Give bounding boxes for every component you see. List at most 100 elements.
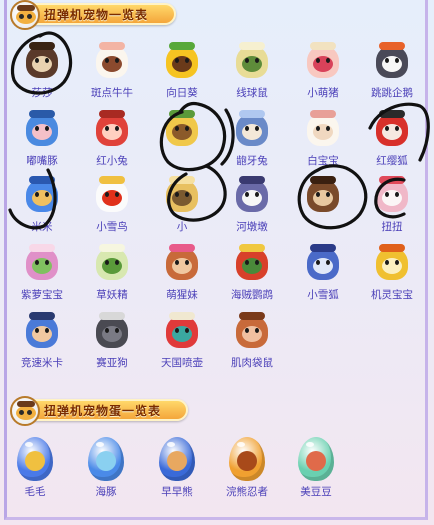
pet-portrait-icon <box>370 172 414 216</box>
pet-name: 跳跳企鹅 <box>371 87 413 99</box>
pet-card[interactable]: 机灵宝宝 <box>357 240 427 306</box>
pet-portrait-icon <box>230 106 274 150</box>
egg-list-banner: 扭弹机宠物蛋一览表 <box>10 396 188 426</box>
pet-card[interactable]: 向日葵 <box>147 38 217 104</box>
pet-portrait-icon <box>90 106 134 150</box>
pet-portrait-icon <box>20 106 64 150</box>
pet-name: 赛亚狗 <box>96 357 128 369</box>
pet-card[interactable]: 肌肉袋鼠 <box>217 308 287 374</box>
pet-card[interactable]: 龅牙兔 <box>217 106 287 172</box>
pet-portrait-icon <box>370 106 414 150</box>
pet-name: 草妖精 <box>96 289 128 301</box>
pet-card[interactable]: 斑点牛牛 <box>77 38 147 104</box>
pet-name: 红小兔 <box>96 155 128 167</box>
pet-portrait-icon <box>160 172 204 216</box>
pet-card[interactable]: 小萌猪 <box>288 38 358 104</box>
egg-name: 美豆豆 <box>300 486 332 498</box>
pet-portrait-icon <box>20 308 64 352</box>
pet-card[interactable]: 白宝宝 <box>288 106 358 172</box>
pet-card[interactable]: 河墩墩 <box>217 172 287 238</box>
pet-portrait-icon <box>90 38 134 82</box>
pet-name: 肌肉袋鼠 <box>231 357 273 369</box>
pet-portrait-icon <box>90 240 134 284</box>
egg-name: 早早熊 <box>161 486 193 498</box>
pet-portrait-icon <box>90 308 134 352</box>
pet-portrait-icon <box>160 240 204 284</box>
pet-card[interactable]: 莎莎 <box>7 38 77 104</box>
pet-portrait-icon <box>230 240 274 284</box>
pet-card[interactable]: 小雪狐 <box>288 240 358 306</box>
mascot-badge-icon <box>10 396 40 426</box>
pet-card[interactable]: 天国喷壶 <box>147 308 217 374</box>
pet-card[interactable]: 小 <box>147 172 217 238</box>
pet-card[interactable] <box>147 106 217 172</box>
pet-name: 米米 <box>31 221 53 233</box>
pet-portrait-icon <box>301 106 345 150</box>
pet-portrait-icon <box>160 106 204 150</box>
pet-card[interactable]: 萌猩妹 <box>147 240 217 306</box>
pet-card[interactable]: 嘟嘴豚 <box>7 106 77 172</box>
pet-egg-icon <box>159 437 195 481</box>
pet-portrait-icon <box>20 240 64 284</box>
pet-card[interactable]: 紫萝宝宝 <box>7 240 77 306</box>
pet-name: 向日葵 <box>166 87 198 99</box>
pet-name: 小 <box>176 221 188 233</box>
pet-portrait-icon <box>230 38 274 82</box>
pet-name: 白宝宝 <box>307 155 339 167</box>
pet-name: 小雪鸟 <box>96 221 128 233</box>
pet-name: 扭扭 <box>381 221 403 233</box>
pet-card[interactable]: 米米 <box>7 172 77 238</box>
page-title: 扭弹机宠物一览表 <box>44 7 149 22</box>
pet-card[interactable]: 竞速米卡 <box>7 308 77 374</box>
pet-card[interactable]: 线球鼠 <box>217 38 287 104</box>
pet-card[interactable]: 红小兔 <box>77 106 147 172</box>
pet-portrait-icon <box>370 38 414 82</box>
pet-egg-icon <box>17 437 53 481</box>
pet-name: 小雪狐 <box>307 289 339 301</box>
pet-name: 机灵宝宝 <box>371 289 413 301</box>
pet-portrait-icon <box>160 38 204 82</box>
pet-card[interactable]: 小雪鸟 <box>77 172 147 238</box>
pet-name: 竞速米卡 <box>21 357 63 369</box>
pet-name: 小萌猪 <box>307 87 339 99</box>
pet-egg-card[interactable]: 海豚 <box>71 437 141 499</box>
pet-name: 斑点牛牛 <box>91 87 133 99</box>
egg-section-title: 扭弹机宠物蛋一览表 <box>44 403 162 418</box>
pet-list-banner: 扭弹机宠物一览表 <box>10 0 176 30</box>
pet-portrait-icon <box>90 172 134 216</box>
pet-name: 红缨狐 <box>376 155 408 167</box>
pet-portrait-icon <box>160 308 204 352</box>
pet-card[interactable]: 扭扭 <box>357 172 427 238</box>
pet-name: 天国喷壶 <box>161 357 203 369</box>
egg-name: 浣熊忍者 <box>226 486 268 498</box>
pet-egg-card[interactable]: 浣熊忍者 <box>212 437 282 499</box>
pet-card[interactable]: 海贼鹦鹉 <box>217 240 287 306</box>
mascot-badge-icon <box>10 0 40 30</box>
egg-name: 毛毛 <box>24 486 46 498</box>
pet-portrait-icon <box>301 240 345 284</box>
pet-portrait-icon <box>230 172 274 216</box>
pet-egg-card[interactable]: 美豆豆 <box>281 437 351 499</box>
pet-name: 海贼鹦鹉 <box>231 289 273 301</box>
pet-name: 莎莎 <box>31 87 53 99</box>
pet-portrait-icon <box>370 240 414 284</box>
pet-egg-card[interactable]: 毛毛 <box>0 437 70 499</box>
pet-card[interactable] <box>288 172 358 238</box>
pet-card[interactable]: 跳跳企鹅 <box>357 38 427 104</box>
pet-portrait-icon <box>301 172 345 216</box>
pet-name: 嘟嘴豚 <box>26 155 58 167</box>
pet-card[interactable]: 赛亚狗 <box>77 308 147 374</box>
pet-name: 河墩墩 <box>236 221 268 233</box>
pet-card[interactable]: 草妖精 <box>77 240 147 306</box>
pet-egg-icon <box>88 437 124 481</box>
pet-portrait-icon <box>230 308 274 352</box>
pet-portrait-icon <box>20 38 64 82</box>
pet-egg-icon <box>229 437 265 481</box>
pet-egg-card[interactable]: 早早熊 <box>142 437 212 499</box>
egg-name: 海豚 <box>95 486 117 498</box>
pet-egg-icon <box>298 437 334 481</box>
pet-name: 线球鼠 <box>236 87 268 99</box>
pet-name: 龅牙兔 <box>236 155 268 167</box>
pet-name: 萌猩妹 <box>166 289 198 301</box>
pet-card[interactable]: 红缨狐 <box>357 106 427 172</box>
